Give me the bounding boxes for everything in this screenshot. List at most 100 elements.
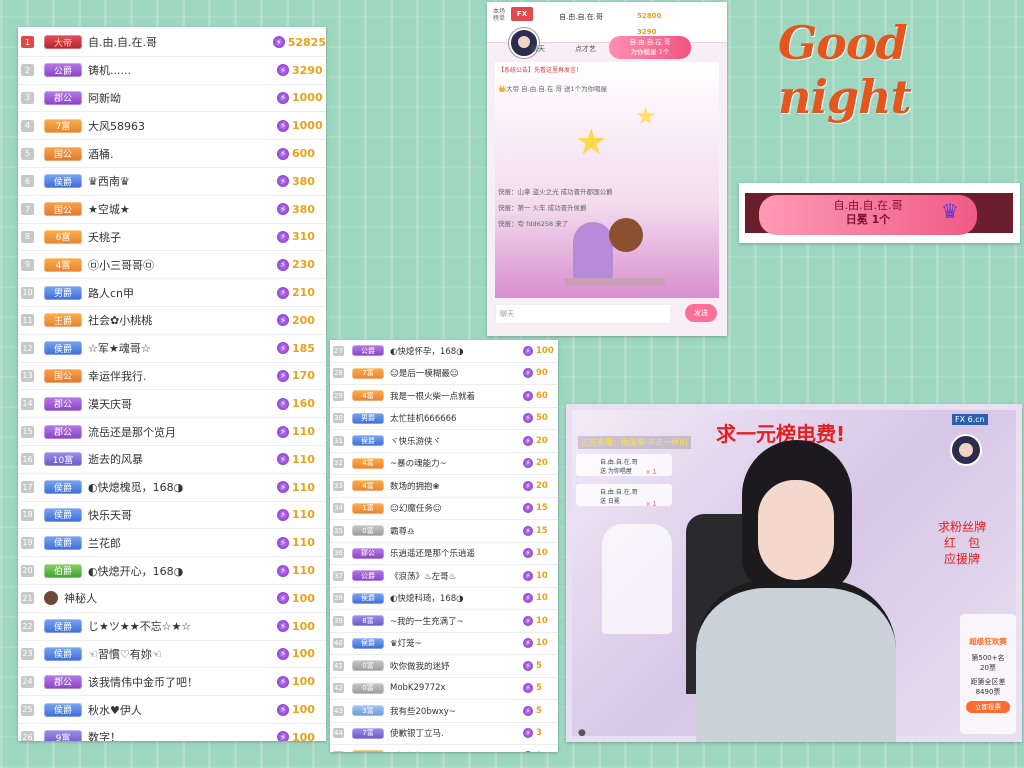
user-name[interactable]: ~我的一生充满了~ [390,615,523,627]
mic-icon[interactable]: ● [578,728,586,738]
rank-row[interactable]: 9 4富 ㉤小三哥哥㉤ ⚡ 230 [18,251,326,280]
user-name[interactable]: 神秘人 [64,590,277,606]
rank-row[interactable]: 23 侯爵 ☜習慣♡有妳☜ ⚡ 100 [18,641,326,669]
rank-row[interactable]: 30 男爵 太忙挂机666666 ⚡ 50 [330,408,558,430]
rank-row[interactable]: 39 8富 ~我的一生充满了~ ⚡ 10 [330,610,558,633]
user-name[interactable]: 《浪荡》♨左哥♨ [390,570,523,582]
rank-row[interactable]: 26 9富 数字！ ⚡ 100 [18,724,326,741]
rank-row[interactable]: 19 侯爵 兰花郎 ⚡ 110 [18,529,326,558]
user-name[interactable]: ☺是后一模糊最☺ [390,367,523,379]
rank-row[interactable]: 31 侯爵 ヾ快乐游侠ヾ ⚡ 20 [330,430,558,453]
user-name[interactable]: 阿新呦 [88,90,277,106]
tab-chat[interactable]: 聊天 [531,44,545,58]
user-name[interactable]: ☆军★魂哥☆ [88,340,277,356]
user-name[interactable]: 铸机...... [88,62,277,78]
user-name[interactable]: ◐快熄开心，168◑ [88,563,277,579]
rank-row[interactable]: 13 国公 幸运伴我行. ⚡ 170 [18,363,326,391]
rank-row[interactable]: 43 3富 我有些20bwxy~ ⚡ 5 [330,700,558,723]
user-name[interactable]: 路人cn甲 [88,285,277,301]
user-name[interactable]: 社会✿小桃桃 [88,312,277,328]
rank-row[interactable]: 1 大帝 自.由.自.在.哥 ⚡ 52825 [18,29,326,57]
contribution-value: 100 [292,647,315,661]
user-name[interactable]: 幸运伴我行. [88,368,277,384]
rank-row[interactable]: 14 郡公 漠天庆哥 ⚡ 160 [18,390,326,419]
user-name[interactable]: 夭桃子 [88,229,277,245]
user-name[interactable]: じ★ツ★★不忘☆★☆ [88,618,277,634]
rank-row[interactable]: 28 7富 ☺是后一模糊最☺ ⚡ 90 [330,363,558,385]
rank-row[interactable]: 34 1富 ☺幻魔任务☺ ⚡ 15 [330,498,558,520]
rank-row[interactable]: 12 侯爵 ☆军★魂哥☆ ⚡ 185 [18,335,326,363]
rank-row[interactable]: 11 王爵 社会✿小桃桃 ⚡ 200 [18,307,326,335]
tab-talent[interactable]: 点才艺 [575,44,596,58]
rank-row[interactable]: 41 0富 吹你做我的迷妤 ⚡ 5 [330,655,558,678]
user-name[interactable]: 使歉银丁立马. [390,727,523,739]
rank-row[interactable]: 35 0富 霸尊♎ ⚡ 15 [330,520,558,543]
user-name[interactable]: ㉤小三哥哥㉤ [88,257,277,273]
rank-row[interactable]: 36 郡公 乐逍遥还是那个乐逍遥 ⚡ 10 [330,543,558,565]
user-name[interactable]: 逝去的风暴 [88,451,277,467]
rank-row[interactable]: 29 4富 我是一根火柴一点就着 ⚡ 60 [330,385,558,408]
user-name[interactable]: 乐逍遥还是那个乐逍遥 [390,547,523,559]
host-avatar-large[interactable] [950,434,982,466]
rank-row[interactable]: 3 郡公 阿新呦 ⚡ 1000 [18,85,326,113]
rank-row[interactable]: 17 侯爵 ◐快熄槐觅，168◑ ⚡ 110 [18,474,326,502]
rank-row[interactable]: 25 侯爵 秋水♥伊人 ⚡ 100 [18,696,326,724]
user-name[interactable]: ★空城★ [88,201,277,217]
rank-row[interactable]: 42 0富 MobK29772x ⚡ 5 [330,678,558,700]
user-name[interactable]: 霸尊♎ [390,525,523,537]
rank-row[interactable]: 38 侯爵 ◐快熄科琦，168◑ ⚡ 10 [330,588,558,610]
user-name[interactable]: 漠天庆哥 [88,396,277,412]
user-name[interactable]: 我是一根火柴一点就着 [390,390,523,402]
gift-banner[interactable]: 自.由.自.在.哥 为你模屋 1个 [609,36,691,59]
user-name[interactable]: 酒桶. [88,146,277,162]
rank-row[interactable]: 45 6富 ✿杨海龙3u✿⚡3 [330,745,558,752]
user-name[interactable]: ♛西南♛ [88,173,277,189]
user-name[interactable]: 快乐天哥 [88,507,277,523]
rank-row[interactable]: 33 4富 数场的拥抱❀ ⚡ 20 [330,475,558,498]
user-name[interactable]: 秋水♥伊人 [88,702,277,718]
user-name[interactable]: ◐快熄怀孕，168◑ [390,345,523,357]
user-name[interactable]: 吹你做我的迷妤 [390,660,523,672]
rank-row[interactable]: 16 10富 逝去的风暴 ⚡ 110 [18,446,326,474]
user-name[interactable]: 该我情伟中金币了吧！ [88,674,277,690]
user-name[interactable]: ♛灯笼~ [390,637,523,649]
user-name[interactable]: 太忙挂机666666 [390,412,523,424]
user-name[interactable]: 自.由.自.在.哥 [88,34,273,50]
rank-row[interactable]: 27 公爵 ◐快熄怀孕，168◑ ⚡ 100 [330,340,558,363]
user-name[interactable]: 兰花郎 [88,535,277,551]
user-name[interactable]: ☜習慣♡有妳☜ [88,646,277,662]
user-name[interactable]: MobK29772x [390,683,523,693]
rank-row[interactable]: 10 男爵 路人cn甲 ⚡ 210 [18,279,326,307]
user-name[interactable]: ☺幻魔任务☺ [390,502,523,514]
chat-input[interactable]: 聊天 [495,304,671,324]
rank-row[interactable]: 32 4富 ~暴の魂能力~ ⚡ 20 [330,453,558,475]
rank-row[interactable]: 44 7富 使歉银丁立马. ⚡ 3 [330,723,558,745]
rank-row[interactable]: 24 郡公 该我情伟中金币了吧！ ⚡ 100 [18,668,326,697]
rank-row[interactable]: 4 7富 大风58963 ⚡ 1000 [18,112,326,141]
user-name[interactable]: 流岳还是那个览月 [88,424,277,440]
promo-card[interactable]: 超级狂欢赛 第500+名 20票 距第全区差 8490票 立即投票 [960,614,1016,734]
user-name[interactable]: ヾ快乐游侠ヾ [390,435,523,447]
rank-row[interactable]: 22 侯爵 じ★ツ★★不忘☆★☆ ⚡ 100 [18,613,326,641]
rank-row[interactable]: 2 公爵 铸机...... ⚡ 3290 [18,57,326,85]
user-name[interactable]: 我有些20bwxy~ [390,705,523,717]
user-name[interactable]: ~暴の魂能力~ [390,457,523,469]
rank-row[interactable]: 15 郡公 流岳还是那个览月 ⚡ 110 [18,418,326,446]
user-name[interactable]: 大风58963 [88,118,277,134]
send-button[interactable]: 发送 [685,304,717,322]
rank-row[interactable]: 21 神秘人 ⚡ 100 [18,585,326,613]
rank-row[interactable]: 40 侯爵 ♛灯笼~ ⚡ 10 [330,633,558,655]
rank-row[interactable]: 37 公爵 《浪荡》♨左哥♨ ⚡ 10 [330,565,558,588]
user-name[interactable]: 数字！ [88,729,277,741]
rank-row[interactable]: 5 国公 酒桶. ⚡ 600 [18,140,326,168]
rank-row[interactable]: 6 侯爵 ♛西南♛ ⚡ 380 [18,168,326,196]
user-name[interactable]: ◐快熄槐觅，168◑ [88,479,277,495]
rank-row[interactable]: 7 国公 ★空城★ ⚡ 380 [18,196,326,224]
rank-row[interactable]: 18 侯爵 快乐天哥 ⚡ 110 [18,502,326,530]
user-name[interactable]: ◐快熄科琦，168◑ [390,592,523,604]
user-name[interactable]: 数场的拥抱❀ [390,480,523,492]
rank-row[interactable]: 20 伯爵 ◐快熄开心，168◑ ⚡ 110 [18,557,326,585]
vote-button[interactable]: 立即投票 [966,701,1010,713]
user-name[interactable]: ✿杨海龙3u✿ [390,750,523,753]
rank-row[interactable]: 8 6富 夭桃子 ⚡ 310 [18,224,326,252]
